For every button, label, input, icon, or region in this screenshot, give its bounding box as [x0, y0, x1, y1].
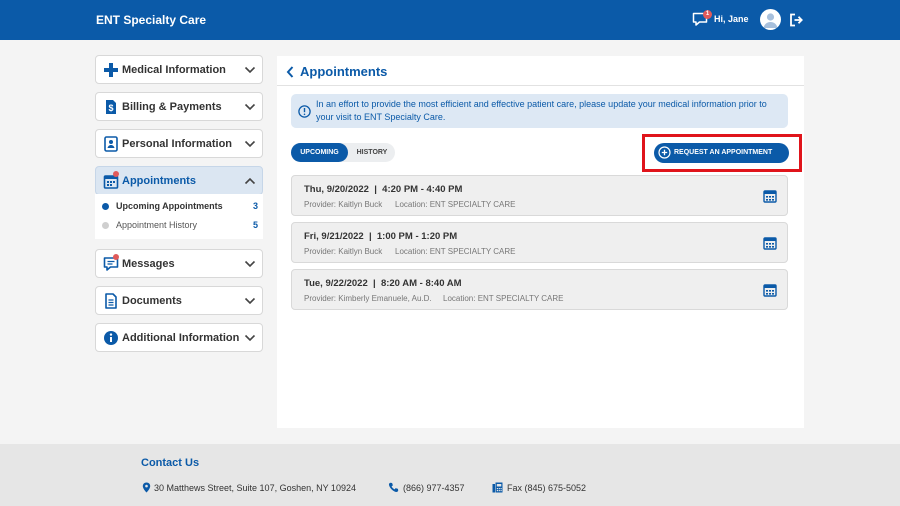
- contact-title: Contact Us: [141, 457, 200, 469]
- submenu-item-label: Upcoming Appointments: [116, 201, 223, 211]
- contact-fax: Fax (845) 675-5052: [507, 483, 587, 493]
- selected-dot-icon: [102, 203, 109, 210]
- appointment-provider: Provider: Kaitlyn Buck: [304, 247, 383, 256]
- sidebar-item-personal-information[interactable]: Personal Information: [95, 129, 263, 158]
- document-icon: [105, 293, 117, 309]
- appointment-datetime: Tue, 9/22/2022 | 8:20 AM - 8:40 AM: [304, 278, 462, 289]
- notification-count-badge: 1: [703, 10, 712, 19]
- sidebar-item-documents[interactable]: Documents: [95, 286, 263, 315]
- sidebar-item-appointments[interactable]: Appointments: [95, 166, 263, 195]
- add-to-calendar-icon[interactable]: [763, 283, 777, 297]
- logout-icon[interactable]: [789, 13, 803, 27]
- tab-history[interactable]: HISTORY: [350, 143, 394, 162]
- submenu-item-appointment-history[interactable]: Appointment History 5: [95, 218, 263, 234]
- chevron-down-icon[interactable]: [244, 332, 256, 344]
- submenu-item-count: 5: [252, 220, 258, 230]
- appointment-location: Location: ENT SPECIALTY CARE: [395, 200, 516, 209]
- svg-text:$: $: [108, 103, 113, 113]
- appointment-card[interactable]: Fri, 9/21/2022 | 1:00 PM - 1:20 PM Provi…: [291, 222, 788, 263]
- unselected-dot-icon: [102, 222, 109, 229]
- sidebar-item-label: Appointments: [122, 175, 196, 187]
- request-appointment-label: REQUEST AN APPOINTMENT: [674, 149, 773, 156]
- submenu-item-upcoming-appointments[interactable]: Upcoming Appointments 3: [95, 199, 263, 215]
- sidebar-item-medical-information[interactable]: Medical Information: [95, 55, 263, 84]
- sidebar-item-label: Messages: [122, 258, 175, 270]
- appointment-card[interactable]: Thu, 9/20/2022 | 4:20 PM - 4:40 PM Provi…: [291, 175, 788, 216]
- alert-circle-icon: [298, 105, 311, 118]
- alert-dot: [113, 171, 119, 177]
- sidebar-item-messages[interactable]: Messages: [95, 249, 263, 278]
- appointments-panel: Appointments In an effort to provide the…: [277, 56, 804, 428]
- chevron-down-icon[interactable]: [244, 101, 256, 113]
- sidebar-item-label: Billing & Payments: [122, 101, 222, 113]
- add-to-calendar-icon[interactable]: [763, 189, 777, 203]
- sidebar-item-label: Documents: [122, 295, 182, 307]
- user-greeting[interactable]: Hi, Jane: [714, 14, 749, 24]
- user-avatar[interactable]: [760, 9, 781, 30]
- appointments-view-toggle: UPCOMING HISTORY: [291, 143, 395, 162]
- contact-address[interactable]: 30 Matthews Street, Suite 107, Goshen, N…: [154, 483, 356, 493]
- info-banner: In an effort to provide the most efficie…: [291, 94, 788, 128]
- contact-phone[interactable]: (866) 977-4357: [403, 483, 465, 493]
- submenu-item-count: 3: [252, 201, 258, 211]
- map-pin-icon: [142, 482, 151, 493]
- chevron-down-icon[interactable]: [244, 64, 256, 76]
- back-chevron-icon[interactable]: [285, 65, 295, 79]
- id-card-icon: [104, 136, 118, 152]
- chevron-down-icon[interactable]: [244, 295, 256, 307]
- chevron-up-icon[interactable]: [244, 175, 256, 187]
- chevron-down-icon[interactable]: [244, 258, 256, 270]
- sidebar-item-label: Personal Information: [122, 138, 233, 150]
- request-appointment-button[interactable]: REQUEST AN APPOINTMENT: [654, 143, 789, 163]
- brand-name[interactable]: ENT Specialty Care: [96, 13, 206, 27]
- sidebar-item-additional-information[interactable]: Additional Information: [95, 323, 263, 352]
- fax-icon: [492, 482, 503, 493]
- appointment-provider: Provider: Kaitlyn Buck: [304, 200, 383, 209]
- dollar-document-icon: $: [106, 100, 116, 114]
- appointments-submenu: Upcoming Appointments 3 Appointment Hist…: [95, 194, 263, 239]
- appointment-card[interactable]: Tue, 9/22/2022 | 8:20 AM - 8:40 AM Provi…: [291, 269, 788, 310]
- plus-icon: [104, 63, 118, 77]
- alert-dot: [113, 254, 119, 260]
- footer: Contact Us 30 Matthews Street, Suite 107…: [0, 444, 900, 506]
- appointment-provider: Provider: Kimberly Emanuele, Au.D.: [304, 294, 432, 303]
- phone-icon: [388, 482, 399, 493]
- appointment-datetime: Fri, 9/21/2022 | 1:00 PM - 1:20 PM: [304, 231, 458, 242]
- info-icon: [104, 331, 118, 345]
- sidebar-item-label: Additional Information: [122, 332, 240, 344]
- appointment-location: Location: ENT SPECIALTY CARE: [395, 247, 516, 256]
- sidebar-item-label: Medical Information: [122, 64, 226, 76]
- page-title: Appointments: [300, 64, 388, 79]
- divider: [277, 85, 804, 86]
- sidebar-item-billing-payments[interactable]: $ Billing & Payments: [95, 92, 263, 121]
- appointment-location: Location: ENT SPECIALTY CARE: [443, 294, 564, 303]
- add-to-calendar-icon[interactable]: [763, 236, 777, 250]
- info-banner-text: In an effort to provide the most efficie…: [316, 99, 767, 122]
- add-circle-icon: [658, 146, 671, 159]
- submenu-item-label: Appointment History: [116, 220, 198, 230]
- chevron-down-icon[interactable]: [244, 138, 256, 150]
- tab-upcoming[interactable]: UPCOMING: [291, 143, 348, 162]
- appointment-datetime: Thu, 9/20/2022 | 4:20 PM - 4:40 PM: [304, 184, 463, 195]
- top-bar: ENT Specialty Care 1 Hi, Jane: [0, 0, 900, 40]
